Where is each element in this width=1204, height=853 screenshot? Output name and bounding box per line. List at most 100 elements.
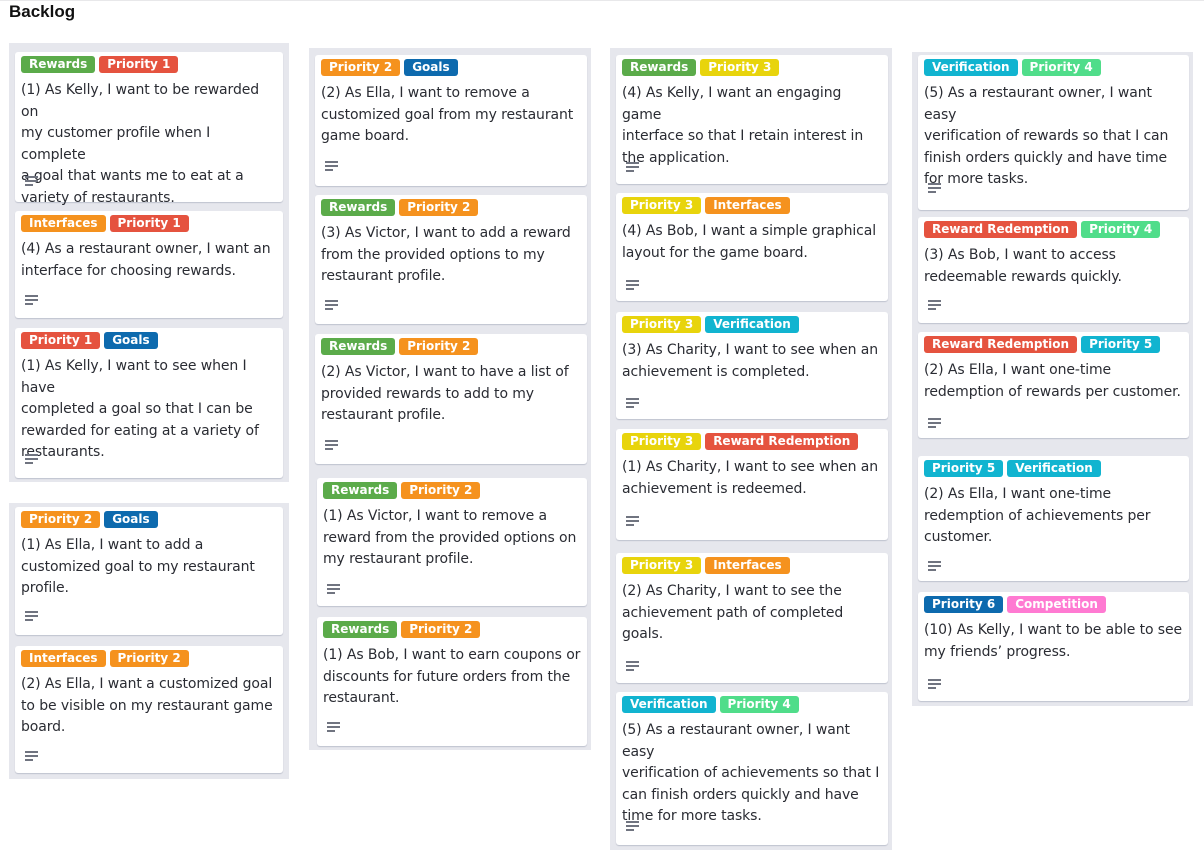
label-priority-2[interactable]: Priority 2: [401, 482, 481, 499]
story-card[interactable]: Interfaces Priority 1 (4) As a restaurant …: [15, 211, 283, 318]
label-reward-redemption[interactable]: Reward Redemption: [705, 433, 859, 450]
label-reward-redemption[interactable]: Reward Redemption: [924, 221, 1078, 238]
story-card[interactable]: Priority 5 Verification (2) As Ella, I wan…: [918, 456, 1189, 581]
story-card[interactable]: Priority 2 Goals (1) As Ella, I want to ad…: [15, 507, 283, 635]
label-priority-2[interactable]: Priority 2: [321, 59, 401, 76]
label-priority-1[interactable]: Priority 1: [99, 56, 179, 73]
label-rewards[interactable]: Rewards: [321, 199, 396, 216]
label-priority-4[interactable]: Priority 4: [719, 696, 799, 713]
story-card[interactable]: Priority 3 Interfaces (4) As Bob, I want a…: [616, 193, 888, 301]
label-priority-3[interactable]: Priority 3: [622, 316, 702, 333]
label-priority-3[interactable]: Priority 3: [700, 59, 780, 76]
story-card[interactable]: Rewards Priority 3 (4) As Kelly, I want an…: [616, 55, 888, 184]
card-title: (4) As Bob, I want a simple graphical la…: [622, 223, 877, 261]
card-labels: Priority 3 Interfaces: [622, 197, 794, 216]
description-icon: [928, 183, 941, 195]
card-labels: Priority 5 Verification: [924, 460, 1105, 479]
card-title: (1) As Kelly, I want to be rewarded on m…: [21, 82, 260, 206]
label-priority-3[interactable]: Priority 3: [622, 557, 702, 574]
story-card[interactable]: Priority 3 Interfaces (2) As Charity, I wa…: [616, 553, 888, 683]
card-title: (2) As Ella, I want one-time redemption …: [924, 362, 1181, 400]
label-priority-4[interactable]: Priority 4: [1021, 59, 1101, 76]
label-goals[interactable]: Goals: [104, 332, 158, 349]
story-card[interactable]: Priority 3 Reward Redemption (1) As Charit…: [616, 429, 888, 540]
card-labels: Priority 3 Reward Redemption: [622, 433, 862, 452]
card-labels: Verification Priority 4: [924, 59, 1105, 78]
story-card[interactable]: Priority 3 Verification (3) As Charity, I …: [616, 312, 888, 419]
label-verification[interactable]: Verification: [705, 316, 799, 333]
label-priority-2[interactable]: Priority 2: [401, 621, 481, 638]
label-rewards[interactable]: Rewards: [323, 482, 398, 499]
story-card[interactable]: Verification Priority 4 (5) As a restauran…: [616, 692, 888, 845]
story-card[interactable]: Reward Redemption Priority 5 (2) As Ella, …: [918, 332, 1189, 438]
story-card[interactable]: Priority 2 Goals (2) As Ella, I want to re…: [315, 55, 587, 186]
description-icon: [25, 751, 38, 763]
card-title: (2) As Ella, I want a customized goal to…: [21, 676, 273, 736]
label-priority-5[interactable]: Priority 5: [1081, 336, 1161, 353]
label-priority-2[interactable]: Priority 2: [399, 199, 479, 216]
card-labels: Rewards Priority 3: [622, 59, 783, 78]
card-title: (4) As a restaurant owner, I want an int…: [21, 241, 271, 279]
label-priority-2[interactable]: Priority 2: [109, 650, 189, 667]
label-priority-1[interactable]: Priority 1: [21, 332, 101, 349]
story-card[interactable]: Priority 1 Goals (1) As Kelly, I want to s…: [15, 328, 283, 478]
card-title: (2) As Charity, I want to see the achiev…: [622, 583, 844, 643]
card-title: (1) As Charity, I want to see when an ac…: [622, 459, 879, 497]
label-interfaces[interactable]: Interfaces: [705, 557, 790, 574]
card-title: (10) As Kelly, I want to be able to see …: [924, 622, 1182, 660]
label-rewards[interactable]: Rewards: [321, 338, 396, 355]
description-icon: [928, 300, 941, 312]
label-reward-redemption[interactable]: Reward Redemption: [924, 336, 1078, 353]
story-card[interactable]: Rewards Priority 2 (2) As Victor, I want t…: [315, 334, 587, 464]
label-interfaces[interactable]: Interfaces: [21, 215, 106, 232]
card-labels: Interfaces Priority 2: [21, 650, 193, 669]
description-icon: [325, 300, 338, 312]
description-icon: [25, 454, 38, 466]
label-priority-3[interactable]: Priority 3: [622, 433, 702, 450]
label-priority-5[interactable]: Priority 5: [924, 460, 1004, 477]
label-verification[interactable]: Verification: [622, 696, 716, 713]
label-rewards[interactable]: Rewards: [21, 56, 96, 73]
story-card[interactable]: Rewards Priority 2 (3) As Victor, I want t…: [315, 195, 587, 324]
story-card[interactable]: Reward Redemption Priority 4 (3) As Bob, I…: [918, 217, 1189, 323]
card-title: (2) As Ella, I want one-time redemption …: [924, 486, 1151, 546]
label-interfaces[interactable]: Interfaces: [21, 650, 106, 667]
card-labels: Priority 2 Goals: [321, 59, 462, 78]
card-title: (1) As Bob, I want to earn coupons or di…: [323, 647, 581, 707]
label-priority-4[interactable]: Priority 4: [1081, 221, 1161, 238]
label-rewards[interactable]: Rewards: [622, 59, 697, 76]
label-competition[interactable]: Competition: [1007, 596, 1106, 613]
card-labels: Rewards Priority 2: [323, 482, 484, 501]
story-card[interactable]: Rewards Priority 2 (1) As Victor, I want t…: [317, 478, 587, 606]
card-labels: Priority 1 Goals: [21, 332, 162, 351]
story-card[interactable]: Rewards Priority 1 (1) As Kelly, I want to…: [15, 52, 283, 206]
label-priority-1[interactable]: Priority 1: [109, 215, 189, 232]
card-title: (2) As Ella, I want to remove a customiz…: [321, 85, 574, 145]
card-labels: Reward Redemption Priority 5: [924, 336, 1164, 355]
description-icon: [626, 821, 639, 833]
label-verification[interactable]: Verification: [924, 59, 1018, 76]
label-priority-2[interactable]: Priority 2: [21, 511, 101, 528]
card-title: (3) As Charity, I want to see when an ac…: [622, 342, 879, 380]
label-goals[interactable]: Goals: [404, 59, 458, 76]
description-icon: [626, 661, 639, 673]
description-icon: [928, 561, 941, 573]
label-goals[interactable]: Goals: [104, 511, 158, 528]
card-title: (2) As Victor, I want to have a list of …: [321, 364, 569, 424]
story-card[interactable]: Rewards Priority 2 (1) As Bob, I want to e…: [317, 617, 587, 746]
description-icon: [626, 398, 639, 410]
story-card[interactable]: Priority 6 Competition (10) As Kelly, I wa…: [918, 592, 1189, 701]
story-card[interactable]: Verification Priority 4 (5) As a restauran…: [918, 55, 1189, 210]
label-verification[interactable]: Verification: [1007, 460, 1101, 477]
card-labels: Rewards Priority 1: [21, 56, 182, 75]
label-interfaces[interactable]: Interfaces: [705, 197, 790, 214]
label-priority-3[interactable]: Priority 3: [622, 197, 702, 214]
label-priority-2[interactable]: Priority 2: [399, 338, 479, 355]
story-card[interactable]: Interfaces Priority 2 (2) As Ella, I want …: [15, 646, 283, 773]
label-priority-6[interactable]: Priority 6: [924, 596, 1004, 613]
description-icon: [325, 161, 338, 173]
label-rewards[interactable]: Rewards: [323, 621, 398, 638]
description-icon: [626, 162, 639, 174]
card-labels: Reward Redemption Priority 4: [924, 221, 1164, 240]
card-labels: Rewards Priority 2: [323, 621, 484, 640]
